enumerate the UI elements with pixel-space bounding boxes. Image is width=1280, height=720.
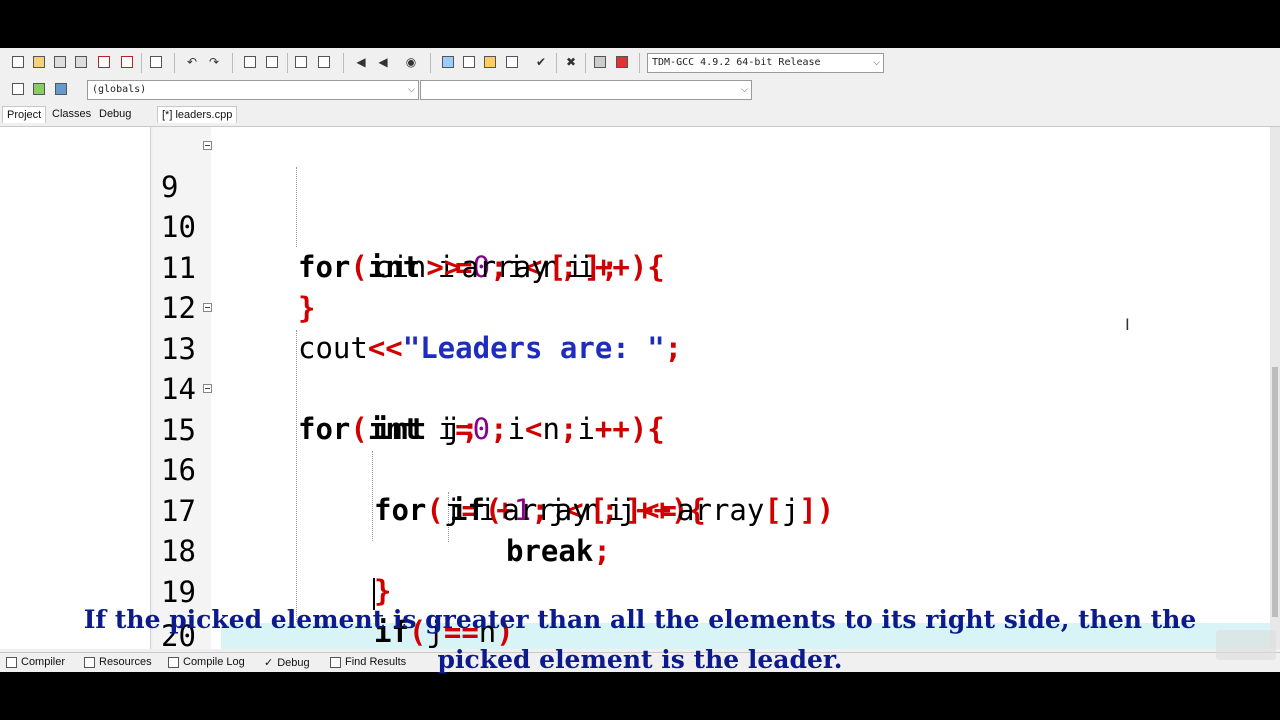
code-line: 19 if(j==n) xyxy=(153,532,1270,649)
undo-icon[interactable]: ↶ xyxy=(184,54,200,70)
caption-line-2: picked element is the leader. xyxy=(437,645,843,674)
code-line: 18 } xyxy=(153,491,1270,608)
secondary-toolbar: (globals) ⌵ ⌵ xyxy=(0,78,1280,104)
project-browser[interactable] xyxy=(0,127,151,649)
scrollbar-thumb[interactable] xyxy=(1272,367,1278,617)
code-editor[interactable]: 9 for(int i=0;i<n;i++){ 10 cin>>array[i]… xyxy=(153,127,1270,649)
bookmark-prev-icon[interactable]: ◀ xyxy=(353,54,369,70)
caption-line-1: If the picked element is greater than al… xyxy=(83,605,1197,634)
insert-icon[interactable] xyxy=(31,81,47,97)
replace-icon[interactable] xyxy=(264,54,280,70)
class-browser-icon[interactable] xyxy=(440,54,456,70)
code-line: 13 for(int i=0;i<n;i++){ xyxy=(153,289,1270,446)
ibeam-cursor-icon: I xyxy=(1125,315,1130,334)
code-line: 12 cout<<"Leaders are: "; xyxy=(153,248,1270,365)
bookmark-next-icon[interactable]: ◀ xyxy=(375,54,391,70)
toggle-icon[interactable] xyxy=(53,81,69,97)
tab-bar: Project Classes Debug [*] leaders.cpp xyxy=(0,104,1280,127)
open-file-icon[interactable] xyxy=(31,54,47,70)
code-line: 16 if(array[i]<=array[j]) xyxy=(153,410,1270,527)
fold-toggle-icon[interactable] xyxy=(203,384,212,393)
check-syntax-icon[interactable]: ✔ xyxy=(533,54,549,70)
video-overlay-badge xyxy=(1216,630,1276,660)
fold-toggle-icon[interactable] xyxy=(203,303,212,312)
compiler-select[interactable]: TDM-GCC 4.9.2 64-bit Release ⌵ xyxy=(647,53,884,73)
scope-select-value: (globals) xyxy=(92,84,147,95)
vertical-scrollbar[interactable] xyxy=(1270,127,1280,649)
code-line: 15 for(j=i+1;j<n;j++){ xyxy=(153,370,1270,527)
goto-icon[interactable] xyxy=(10,81,26,97)
scope-select[interactable]: (globals) ⌵ xyxy=(87,80,419,100)
redo-icon[interactable]: ↷ xyxy=(206,54,222,70)
close-all-icon[interactable] xyxy=(119,54,135,70)
code-line: 9 for(int i=0;i<n;i++){ xyxy=(153,127,1270,284)
fold-toggle-icon[interactable] xyxy=(203,141,212,150)
member-select[interactable]: ⌵ xyxy=(420,80,752,100)
chart-icon[interactable] xyxy=(592,54,608,70)
chevron-down-icon: ⌵ xyxy=(873,58,880,68)
new-file-icon[interactable] xyxy=(10,54,26,70)
bookmark-toggle-icon[interactable]: ◉ xyxy=(403,54,419,70)
compiler-select-value: TDM-GCC 4.9.2 64-bit Release xyxy=(652,57,821,68)
indent-icon[interactable] xyxy=(293,54,309,70)
chevron-down-icon: ⌵ xyxy=(741,85,748,95)
close-icon[interactable] xyxy=(96,54,112,70)
save-icon[interactable] xyxy=(52,54,68,70)
code-line: 17 break; xyxy=(153,451,1270,568)
stop-icon[interactable]: ✖ xyxy=(563,54,579,70)
tab-classes[interactable]: Classes xyxy=(48,106,95,122)
profile-icon[interactable] xyxy=(614,54,630,70)
layout-icon[interactable] xyxy=(482,54,498,70)
video-caption: If the picked element is greater than al… xyxy=(0,600,1280,680)
tab-leaders-cpp[interactable]: [*] leaders.cpp xyxy=(157,106,238,123)
find-icon[interactable] xyxy=(242,54,258,70)
grid-icon[interactable] xyxy=(504,54,520,70)
window-icon[interactable] xyxy=(461,54,477,70)
tab-project[interactable]: Project xyxy=(2,106,47,123)
tab-debug[interactable]: Debug xyxy=(95,106,135,122)
code-line: 11 } xyxy=(153,208,1270,325)
save-all-icon[interactable] xyxy=(73,54,89,70)
unindent-icon[interactable] xyxy=(316,54,332,70)
code-line: 10 cin>>array[i]; xyxy=(153,167,1270,284)
ide-window: ↶ ↷ ◀ ◀ ◉ ✔ ✖ TDM-GCC 4.9.2 64-bit Relea… xyxy=(0,48,1280,672)
chevron-down-icon: ⌵ xyxy=(408,85,415,95)
main-toolbar: ↶ ↷ ◀ ◀ ◉ ✔ ✖ TDM-GCC 4.9.2 64-bit Relea… xyxy=(0,48,1280,78)
code-line: 14 int j; xyxy=(153,329,1270,446)
print-icon[interactable] xyxy=(148,54,164,70)
